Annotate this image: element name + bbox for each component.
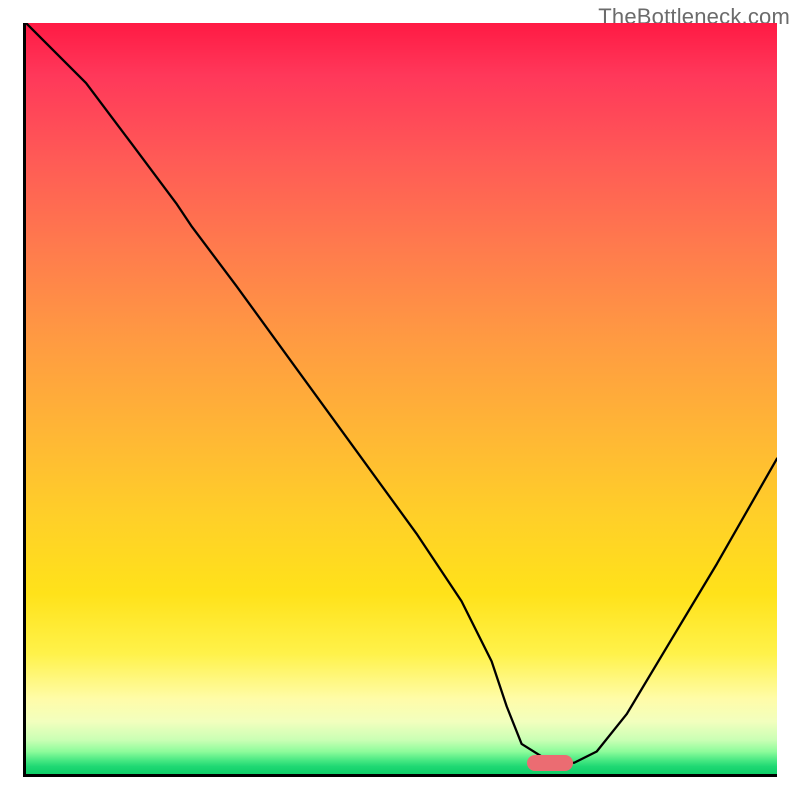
plot-area [23,23,777,777]
chart-canvas: TheBottleneck.com [0,0,800,800]
bottleneck-curve-path [26,23,777,763]
bottleneck-curve [26,23,777,774]
